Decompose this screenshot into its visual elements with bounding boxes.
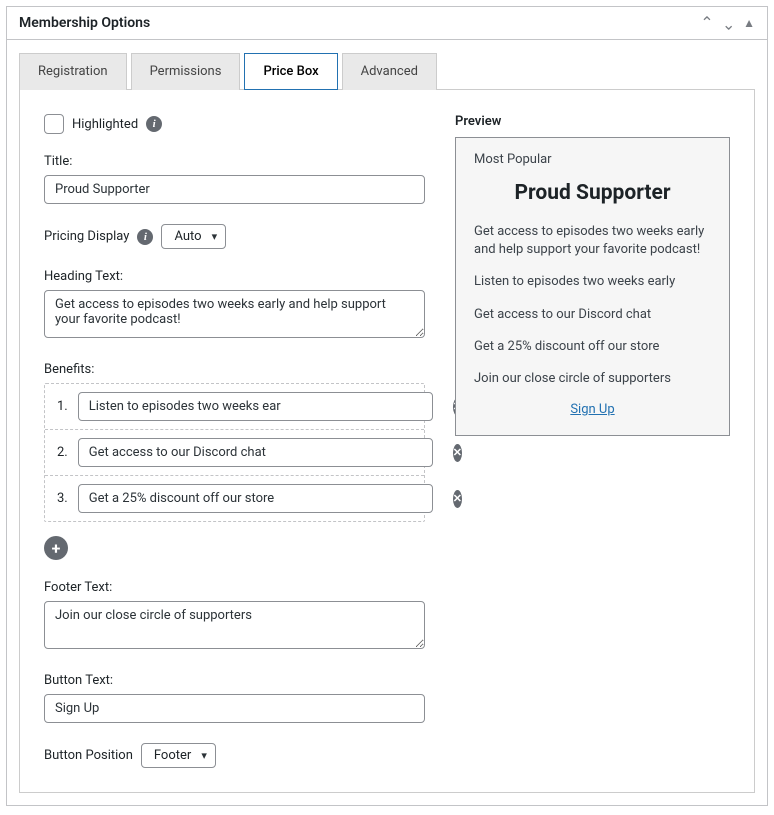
benefit-input[interactable] xyxy=(78,438,433,467)
button-text-label: Button Text: xyxy=(44,673,425,688)
highlighted-label: Highlighted xyxy=(72,117,138,132)
title-field: Title: xyxy=(44,154,425,204)
benefit-row[interactable]: 2. ✕ xyxy=(45,430,424,476)
chevron-down-icon: ▾ xyxy=(201,749,207,762)
pricing-display-label: Pricing Display xyxy=(44,229,129,244)
preview-signup-link[interactable]: Sign Up xyxy=(570,402,614,417)
benefits-label: Benefits: xyxy=(44,362,425,377)
benefit-row[interactable]: 1. ✕ xyxy=(45,384,424,430)
preview-section-title: Preview xyxy=(455,114,730,129)
tabs: Registration Permissions Price Box Advan… xyxy=(19,52,755,90)
add-benefit-button[interactable]: + xyxy=(44,536,68,560)
footer-text-label: Footer Text: xyxy=(44,580,425,595)
remove-benefit-icon[interactable]: ✕ xyxy=(453,490,462,508)
heading-text-label: Heading Text: xyxy=(44,269,425,284)
tab-permissions[interactable]: Permissions xyxy=(131,53,241,90)
title-label: Title: xyxy=(44,154,425,169)
benefit-row[interactable]: 3. ✕ xyxy=(45,476,424,521)
preview-column: Preview Most Popular Proud Supporter Get… xyxy=(455,114,730,436)
preview-title-text: Proud Supporter xyxy=(474,181,711,205)
benefit-number: 3. xyxy=(57,491,68,506)
preview-benefit-line: Get a 25% discount off our store xyxy=(474,338,711,356)
chevron-down-icon: ▾ xyxy=(212,230,218,243)
preview-link-wrap: Sign Up xyxy=(474,402,711,417)
benefits-field: Benefits: 1. ✕ 2. ✕ xyxy=(44,362,425,560)
highlighted-checkbox[interactable] xyxy=(44,114,64,134)
button-position-value: Footer xyxy=(154,748,191,763)
benefits-table: 1. ✕ 2. ✕ 3. xyxy=(44,383,425,522)
button-position-field: Button Position Footer ▾ xyxy=(44,743,425,768)
footer-text-textarea[interactable]: Join our close circle of supporters xyxy=(44,601,425,649)
benefit-input[interactable] xyxy=(78,484,433,513)
preview-footer-line: Join our close circle of supporters xyxy=(474,370,711,388)
membership-options-metabox: Membership Options ⌃ ⌃ ▲ Registration Pe… xyxy=(6,6,768,806)
metabox-body: Registration Permissions Price Box Advan… xyxy=(7,40,767,805)
move-down-icon[interactable]: ⌃ xyxy=(722,15,735,31)
preview-benefit-line: Listen to episodes two weeks early xyxy=(474,273,711,291)
highlighted-field: Highlighted i xyxy=(44,114,425,134)
preview-benefit-line: Get access to our Discord chat xyxy=(474,306,711,324)
metabox-controls: ⌃ ⌃ ▲ xyxy=(700,15,755,31)
preview-heading-text: Get access to episodes two weeks early a… xyxy=(474,223,711,259)
benefit-number: 2. xyxy=(57,445,68,460)
button-position-label: Button Position xyxy=(44,748,133,763)
info-icon[interactable]: i xyxy=(146,116,162,132)
pricing-display-field: Pricing Display i Auto ▾ xyxy=(44,224,425,249)
button-text-field: Button Text: xyxy=(44,673,425,723)
metabox-title: Membership Options xyxy=(19,15,150,31)
tab-advanced[interactable]: Advanced xyxy=(342,53,437,90)
metabox-header: Membership Options ⌃ ⌃ ▲ xyxy=(7,7,767,40)
button-text-input[interactable] xyxy=(44,694,425,723)
title-input[interactable] xyxy=(44,175,425,204)
form-left-column: Highlighted i Title: Pricing Display i A… xyxy=(44,114,425,768)
button-position-select[interactable]: Footer ▾ xyxy=(141,743,216,768)
heading-text-field: Heading Text: Get access to episodes two… xyxy=(44,269,425,342)
heading-text-textarea[interactable]: Get access to episodes two weeks early a… xyxy=(44,290,425,338)
price-box-panel: Highlighted i Title: Pricing Display i A… xyxy=(19,90,755,793)
preview-box: Most Popular Proud Supporter Get access … xyxy=(455,137,730,436)
tab-registration[interactable]: Registration xyxy=(19,53,127,90)
move-up-icon[interactable]: ⌃ xyxy=(700,15,713,31)
pricing-display-select[interactable]: Auto ▾ xyxy=(161,224,226,249)
tab-price-box[interactable]: Price Box xyxy=(244,53,337,90)
preview-badge: Most Popular xyxy=(474,152,711,167)
benefit-number: 1. xyxy=(57,399,68,414)
info-icon[interactable]: i xyxy=(137,229,153,245)
toggle-panel-icon[interactable]: ▲ xyxy=(743,17,755,29)
footer-text-field: Footer Text: Join our close circle of su… xyxy=(44,580,425,653)
remove-benefit-icon[interactable]: ✕ xyxy=(453,444,462,462)
pricing-display-value: Auto xyxy=(174,229,201,244)
benefit-input[interactable] xyxy=(78,392,433,421)
